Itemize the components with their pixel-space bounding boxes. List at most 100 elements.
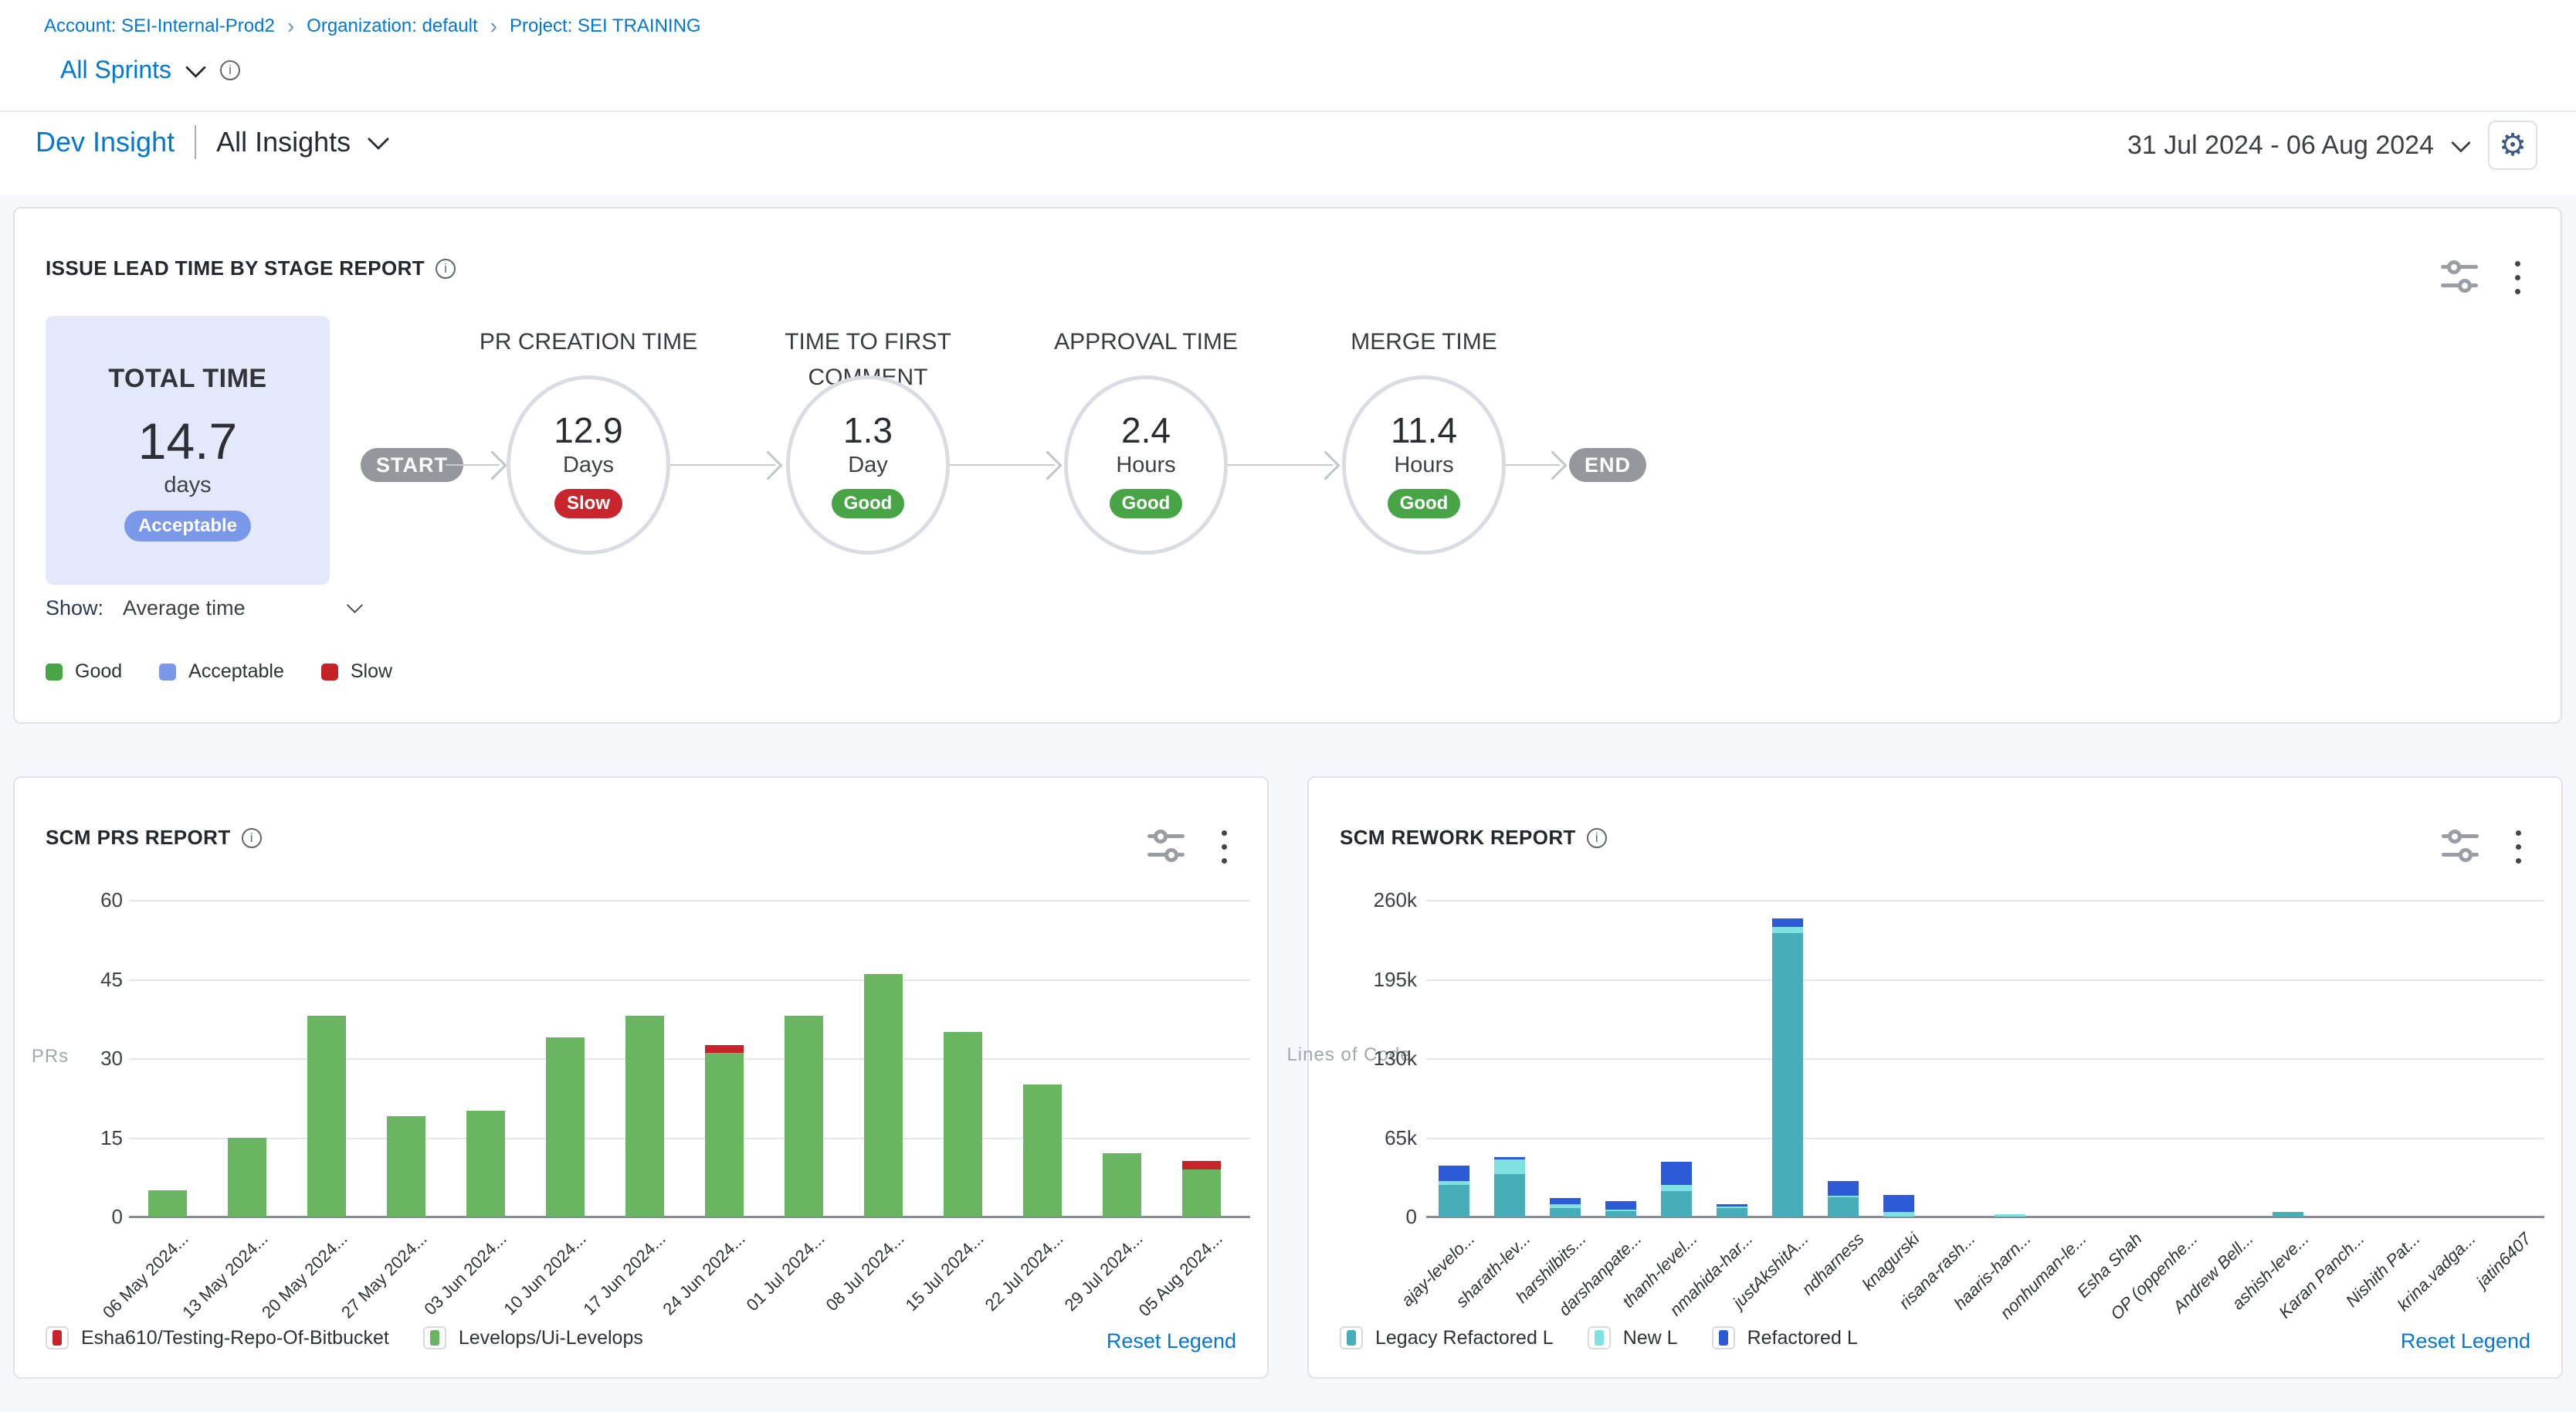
stage-name: APPROVAL TIME (1030, 324, 1262, 360)
bar-segment[interactable] (1717, 1204, 1747, 1207)
legend-item[interactable]: Levelops/Ui-Levelops (423, 1326, 643, 1349)
chevron-down-icon[interactable] (2451, 133, 2470, 152)
bar-segment[interactable] (1605, 1210, 1636, 1217)
bar-segment[interactable] (1494, 1174, 1525, 1217)
stage-circle-merge[interactable]: 11.4 Hours Good (1342, 375, 1506, 555)
bar-segment[interactable] (1605, 1210, 1636, 1211)
bar-segment[interactable] (1494, 1159, 1525, 1174)
dev-insight-link[interactable]: Dev Insight (36, 126, 175, 158)
bar-segment[interactable] (1550, 1204, 1581, 1208)
legend-item[interactable]: Esha610/Testing-Repo-Of-Bitbucket (46, 1326, 389, 1349)
info-icon[interactable] (220, 60, 240, 80)
bar-segment[interactable] (1661, 1191, 1692, 1217)
bar-segment[interactable] (944, 1032, 982, 1217)
bar-segment[interactable] (1661, 1162, 1692, 1185)
y-tick-label: 30 (46, 1047, 123, 1071)
legend-item[interactable]: Acceptable (159, 660, 284, 683)
bar-segment[interactable] (1494, 1157, 1525, 1159)
x-tick-label: thanh-level... (1589, 1229, 1702, 1342)
chevron-down-icon[interactable] (368, 128, 389, 150)
scm-rework-panel: SCM REWORK REPORT Lines of Code 065k130k… (1307, 776, 2563, 1379)
x-tick-label: nmahida-har... (1645, 1229, 1757, 1342)
stage-circle-pr-creation[interactable]: 12.9 Days Slow (507, 375, 670, 555)
total-time-unit: days (46, 473, 330, 498)
legend-item[interactable]: Legacy Refactored L (1340, 1326, 1554, 1349)
y-tick-label: 195k (1340, 968, 1417, 992)
stage-circle-approval[interactable]: 2.4 Hours Good (1064, 375, 1228, 555)
chevron-right-icon: › (490, 17, 497, 36)
kebab-menu-icon[interactable] (2512, 258, 2523, 297)
bar-segment[interactable] (1439, 1166, 1469, 1182)
y-tick-label: 130k (1340, 1047, 1417, 1071)
sprint-selector-row: All Sprints (60, 56, 240, 84)
bar-segment[interactable] (1772, 933, 1803, 1217)
breadcrumb-account[interactable]: Account: SEI-Internal-Prod2 (44, 15, 275, 37)
legend-item[interactable]: New L (1588, 1326, 1678, 1349)
bar-segment[interactable] (1550, 1208, 1581, 1217)
bar-segment[interactable] (625, 1016, 664, 1217)
bar-segment[interactable] (1828, 1196, 1859, 1197)
bar-segment[interactable] (705, 1053, 744, 1217)
bar-segment[interactable] (228, 1138, 266, 1217)
bar-segment[interactable] (705, 1045, 744, 1053)
bar-segment[interactable] (1439, 1181, 1469, 1185)
app-root: Account: SEI-Internal-Prod2 › Organizati… (0, 0, 2576, 1412)
y-tick-label: 0 (1340, 1205, 1417, 1229)
stage-value: 1.3 (843, 412, 893, 448)
stage-circle-first-comment[interactable]: 1.3 Day Good (786, 375, 950, 555)
bar-segment[interactable] (1550, 1198, 1581, 1204)
x-tick-label: Karan Panch... (2256, 1229, 2369, 1342)
sprint-selector[interactable]: All Sprints (60, 56, 171, 84)
info-icon[interactable] (436, 259, 456, 279)
bar-segment[interactable] (1883, 1195, 1914, 1212)
y-tick-label: 0 (46, 1205, 123, 1229)
chevron-down-icon[interactable] (185, 57, 206, 78)
flow-arrow (446, 464, 500, 466)
gridline (1426, 1138, 2544, 1139)
bar-segment[interactable] (1103, 1153, 1141, 1217)
bar-segment[interactable] (1995, 1214, 2025, 1217)
bar-segment[interactable] (148, 1190, 187, 1217)
legend-item[interactable]: Good (46, 660, 122, 683)
legend-item[interactable]: Slow (321, 660, 392, 683)
breadcrumb-project[interactable]: Project: SEI TRAINING (510, 15, 701, 37)
x-tick-label: Andrew Bell... (2145, 1229, 2258, 1342)
bar-segment[interactable] (1717, 1208, 1747, 1217)
bar-segment[interactable] (387, 1116, 425, 1217)
settings-button[interactable]: ⚙ (2488, 120, 2537, 170)
bar-segment[interactable] (1439, 1185, 1469, 1217)
reset-legend-link[interactable]: Reset Legend (1107, 1329, 1236, 1353)
bar-segment[interactable] (1182, 1169, 1221, 1217)
bar-segment[interactable] (1772, 927, 1803, 933)
insight-title-row: Dev Insight All Insights (36, 125, 386, 159)
bar-segment[interactable] (864, 974, 903, 1217)
bar-segment[interactable] (546, 1037, 585, 1217)
bar-segment[interactable] (1717, 1207, 1747, 1208)
date-range[interactable]: 31 Jul 2024 - 06 Aug 2024 (2127, 131, 2434, 161)
bar-segment[interactable] (1828, 1181, 1859, 1196)
x-tick-label: krina.vadga... (2368, 1229, 2480, 1342)
filter-sliders-icon[interactable] (2441, 262, 2478, 294)
gridline (129, 900, 1250, 901)
bar-segment[interactable] (1828, 1197, 1859, 1217)
bar-segment[interactable] (307, 1016, 346, 1217)
chevron-down-icon (347, 597, 363, 613)
legend-swatch (1712, 1326, 1735, 1349)
bar-segment[interactable] (1661, 1185, 1692, 1191)
bar-segment[interactable] (1772, 918, 1803, 927)
bar-segment[interactable] (1883, 1212, 1914, 1217)
insight-name[interactable]: All Insights (216, 126, 351, 158)
reset-legend-link[interactable]: Reset Legend (2401, 1329, 2530, 1353)
page-header: Account: SEI-Internal-Prod2 › Organizati… (0, 0, 2576, 195)
legend-item[interactable]: Refactored L (1712, 1326, 1858, 1349)
x-axis-line (129, 1216, 1250, 1218)
show-selector[interactable]: Show: Average time (46, 592, 370, 626)
gridline (1426, 979, 2544, 981)
breadcrumb-organization[interactable]: Organization: default (307, 15, 477, 37)
bar-segment[interactable] (1605, 1201, 1636, 1210)
bar-segment[interactable] (1023, 1084, 1062, 1217)
bar-segment[interactable] (466, 1111, 505, 1217)
bar-segment[interactable] (1182, 1161, 1221, 1169)
bar-segment[interactable] (785, 1016, 823, 1217)
bar-segment[interactable] (2273, 1212, 2303, 1217)
